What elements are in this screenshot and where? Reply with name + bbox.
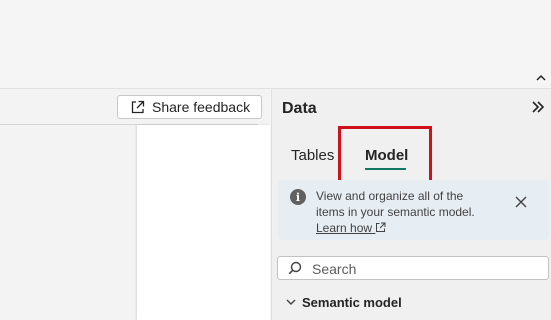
double-chevron-right-icon[interactable] — [530, 99, 546, 115]
search-input[interactable] — [310, 259, 544, 279]
info-banner: i View and organize all of the items in … — [278, 180, 549, 240]
pane-title: Data — [282, 100, 317, 117]
info-icon: i — [290, 189, 306, 205]
open-external-icon — [130, 99, 146, 115]
learn-how-link[interactable]: Learn how — [316, 221, 386, 235]
chevron-up-icon[interactable] — [535, 72, 547, 84]
report-page[interactable] — [137, 125, 270, 320]
share-feedback-label: Share feedback — [152, 99, 251, 115]
highlight-box — [338, 126, 432, 183]
info-text: View and organize all of the items in yo… — [316, 188, 486, 236]
close-icon[interactable] — [514, 195, 528, 209]
share-feedback-button[interactable]: Share feedback — [117, 95, 262, 119]
section-label: Semantic model — [302, 294, 402, 310]
tab-tables[interactable]: Tables — [291, 147, 334, 164]
ribbon-area — [0, 0, 551, 89]
chevron-down-icon — [286, 293, 296, 311]
search-box[interactable] — [277, 256, 549, 280]
semantic-model-section[interactable]: Semantic model — [286, 293, 402, 311]
info-message: View and organize all of the items in yo… — [316, 189, 475, 219]
search-icon — [288, 261, 302, 275]
data-pane: Data Tables Model i View and organize al… — [271, 89, 551, 320]
